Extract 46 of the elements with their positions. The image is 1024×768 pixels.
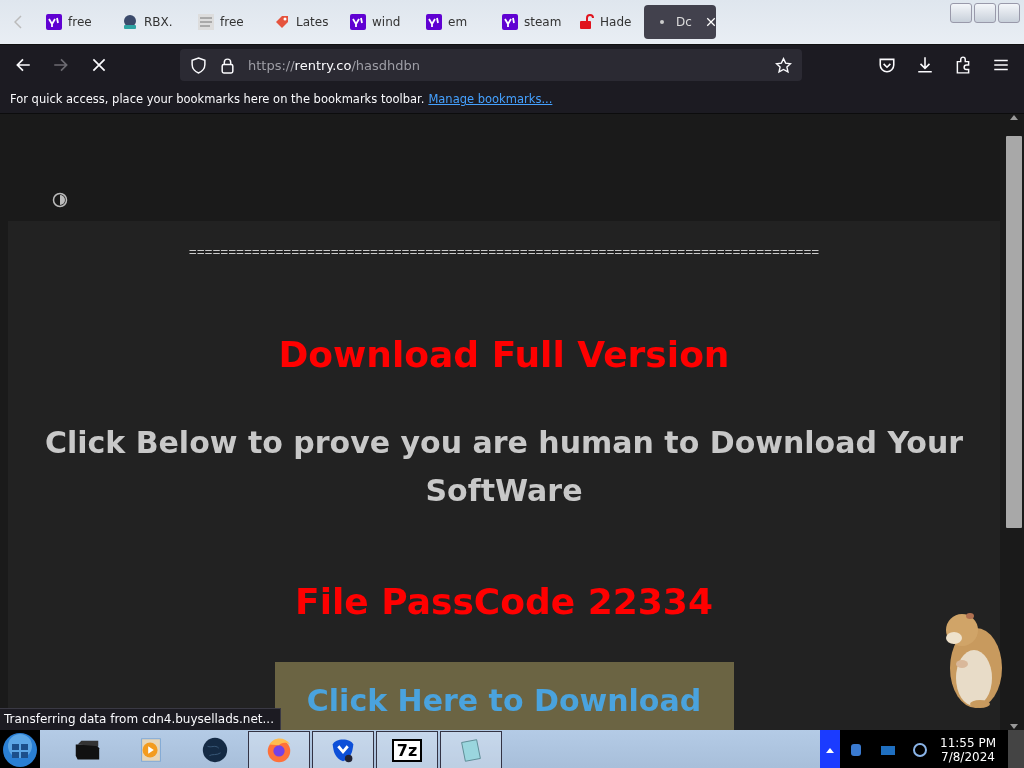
browser-tab[interactable]: free <box>188 5 264 39</box>
browser-tab[interactable]: Hade <box>568 5 644 39</box>
browser-tab[interactable]: Lates <box>264 5 340 39</box>
scrollbar[interactable] <box>1004 114 1024 730</box>
badge-icon <box>122 14 138 30</box>
thumbnail-icon <box>198 14 214 30</box>
address-bar[interactable]: https://rentry.co/hasdhdbn <box>180 49 802 81</box>
shield-icon[interactable] <box>190 56 207 74</box>
manage-bookmarks-link[interactable]: Manage bookmarks... <box>428 92 553 106</box>
close-icon[interactable] <box>705 17 716 27</box>
close-button[interactable] <box>998 3 1020 23</box>
close-icon[interactable] <box>90 56 108 74</box>
pocket-icon[interactable] <box>878 56 896 74</box>
restore-button[interactable] <box>974 3 996 23</box>
theme-toggle-icon[interactable] <box>52 192 68 208</box>
instruction-text: Click Below to prove you are human to Download Your SoftWare <box>43 424 965 510</box>
puzzle-icon[interactable] <box>954 56 972 74</box>
forward-arrow-icon[interactable] <box>52 56 70 74</box>
taskbar-button[interactable] <box>440 731 502 768</box>
browser-tab[interactable]: steam <box>492 5 568 39</box>
browser-tab[interactable]: free <box>36 5 112 39</box>
browser-tab[interactable]: em <box>416 5 492 39</box>
page-heading: Download Full Version <box>278 334 730 375</box>
up-arrow-icon <box>826 747 834 753</box>
bookmark-star-icon[interactable] <box>775 56 792 74</box>
archive-icon: 7z <box>391 738 423 762</box>
passcode-text: File PassCode 22334 <box>295 581 713 622</box>
lock-icon[interactable] <box>219 56 236 74</box>
tray-expand-button[interactable] <box>820 730 840 768</box>
start-button[interactable] <box>0 730 40 768</box>
taskbar-button[interactable] <box>248 731 310 768</box>
minimize-button[interactable] <box>950 3 972 23</box>
download-icon[interactable] <box>916 56 934 74</box>
browser-tab[interactable]: Dc <box>644 5 716 39</box>
taskbar-button[interactable] <box>312 731 374 768</box>
clock[interactable]: 11:55 PM 7/8/2024 <box>936 730 1008 768</box>
divider-line-text: ================================================================================ <box>188 245 820 260</box>
status-text: Transferring data from cdn4.buysellads.net... <box>0 708 281 730</box>
browser-tab[interactable]: RBX. <box>112 5 188 39</box>
globe-icon[interactable] <box>200 735 230 765</box>
bookmarks-hint: For quick access, place your bookmarks here on the bookmarks toolbar. <box>10 92 425 106</box>
browser-tab[interactable]: wind <box>340 5 416 39</box>
lock-icon <box>578 14 594 30</box>
taskbar-button[interactable]: 7z <box>376 731 438 768</box>
back-arrow-icon[interactable] <box>14 56 32 74</box>
tag-icon <box>274 14 290 30</box>
